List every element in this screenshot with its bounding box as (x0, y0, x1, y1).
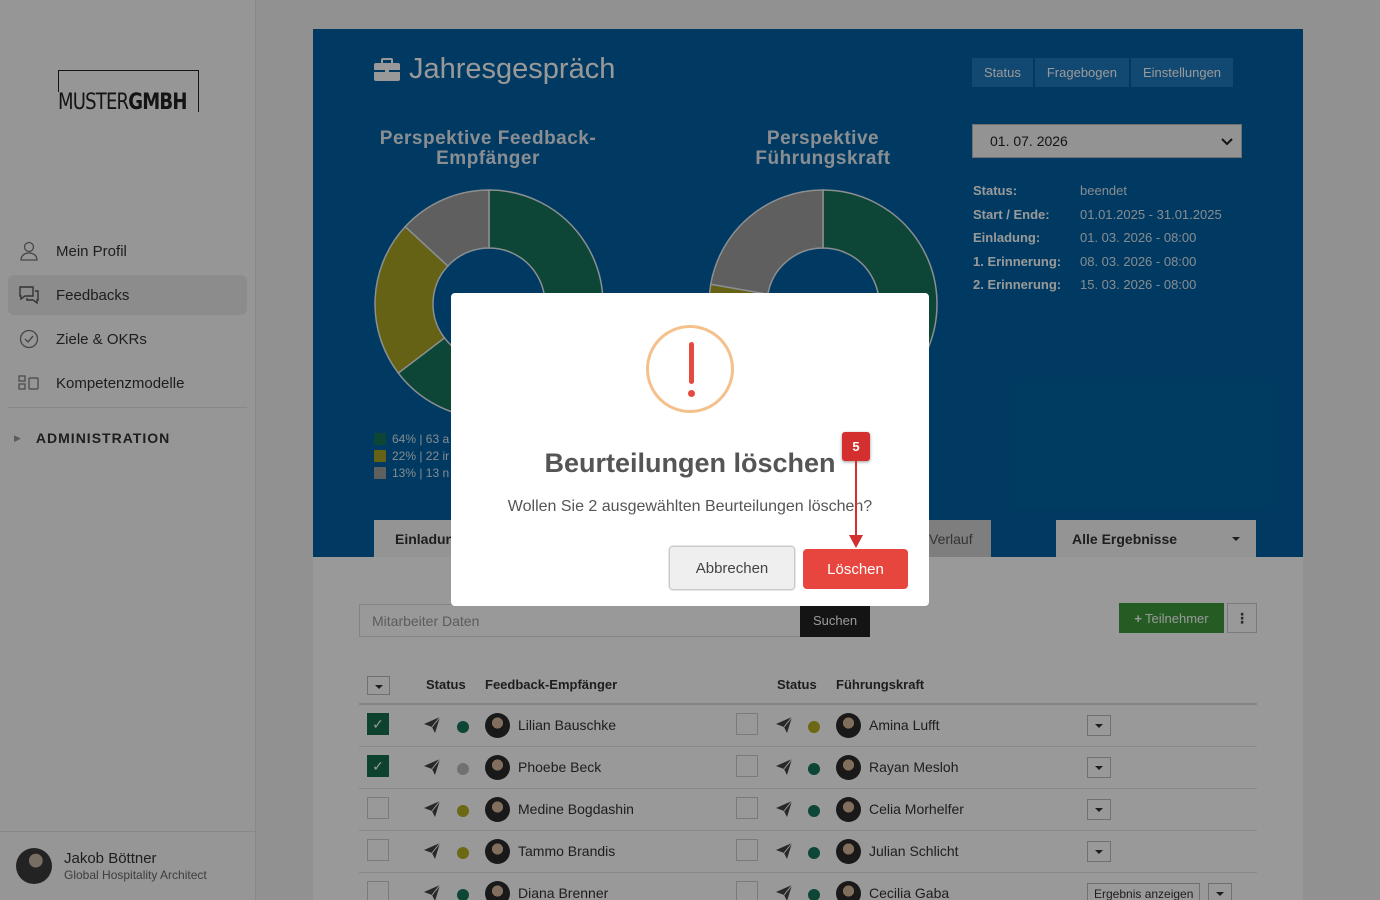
warning-icon (646, 325, 734, 413)
step-arrow-icon (849, 461, 863, 548)
cancel-button[interactable]: Abbrechen (669, 546, 795, 590)
step-badge: 5 (842, 432, 870, 461)
confirm-delete-button[interactable]: Löschen (803, 549, 908, 589)
